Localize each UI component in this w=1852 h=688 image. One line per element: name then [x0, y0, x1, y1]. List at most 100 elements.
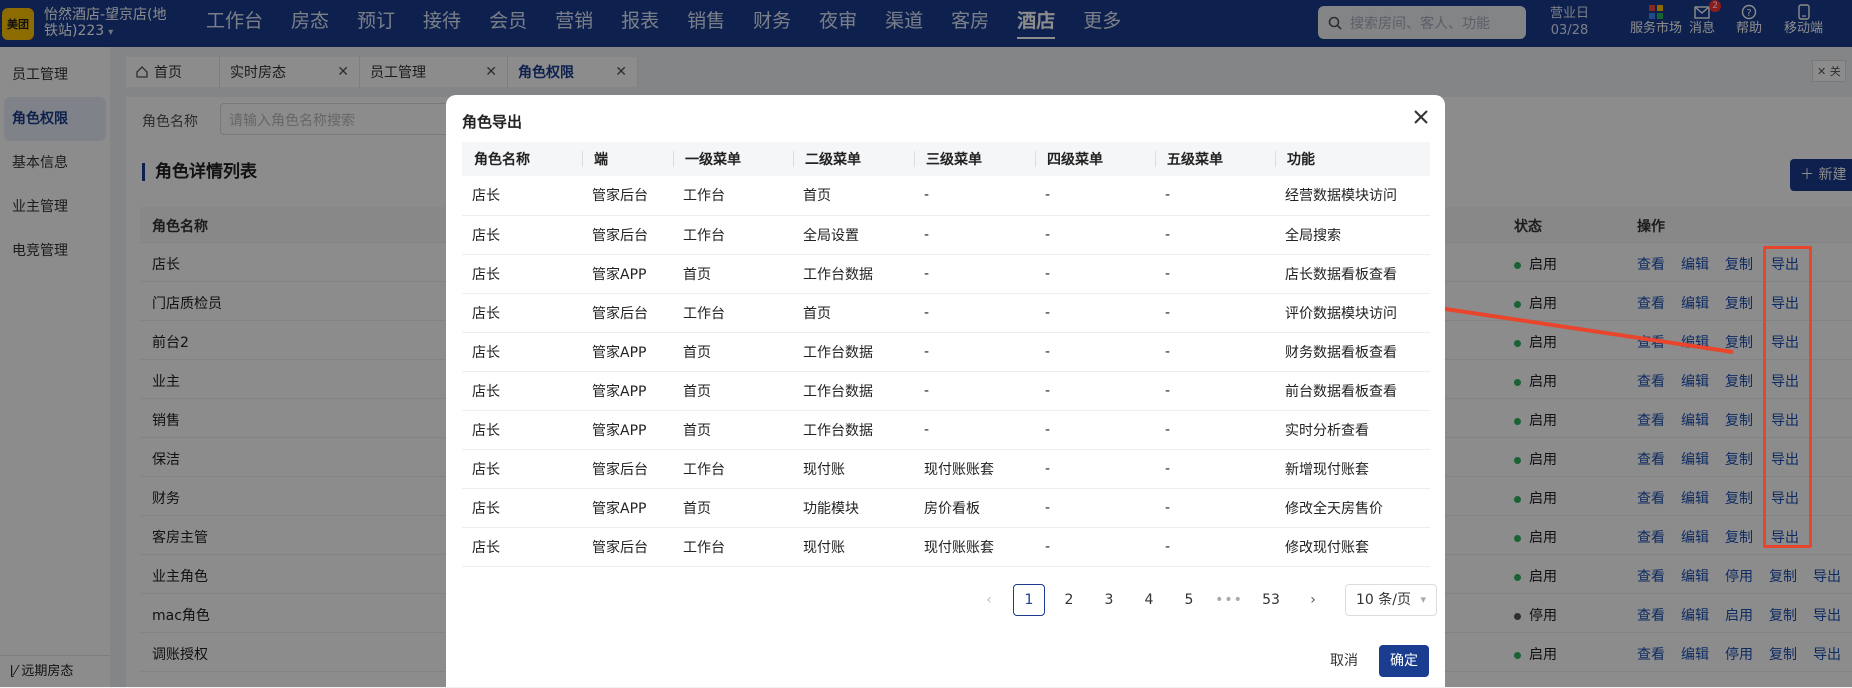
- table-cell: 工作台数据: [793, 254, 914, 294]
- table-cell: 管家APP: [582, 332, 673, 372]
- table-cell: -: [1155, 332, 1275, 372]
- table-cell: -: [1155, 410, 1275, 450]
- column-header: 二级菜单: [793, 142, 914, 176]
- table-cell: -: [1035, 371, 1155, 411]
- table-cell: 首页: [673, 371, 793, 411]
- table-cell: 管家APP: [582, 410, 673, 450]
- page-number[interactable]: 1: [1013, 584, 1045, 616]
- column-header: 三级菜单: [914, 142, 1035, 176]
- table-cell: 店长: [462, 254, 582, 294]
- table-row: 店长 管家APP 首页 工作台数据 - - - 实时分析查看: [462, 410, 1430, 450]
- column-header: 四级菜单: [1035, 142, 1155, 176]
- table-cell: -: [1035, 488, 1155, 528]
- table-cell: 实时分析查看: [1275, 410, 1430, 450]
- table-cell: 工作台: [673, 215, 793, 255]
- table-cell: 店长: [462, 176, 582, 216]
- table-row: 店长 管家APP 首页 功能模块 房价看板 - - 修改全天房售价: [462, 488, 1430, 528]
- table-cell: 管家APP: [582, 254, 673, 294]
- page-last[interactable]: 53: [1253, 584, 1289, 616]
- table-cell: 房价看板: [914, 488, 1035, 528]
- table-cell: 管家后台: [582, 293, 673, 333]
- table-cell: -: [1035, 332, 1155, 372]
- chevron-down-icon: ▾: [1420, 593, 1426, 606]
- table-row: 店长 管家后台 工作台 首页 - - - 评价数据模块访问: [462, 293, 1430, 333]
- table-cell: 财务数据看板查看: [1275, 332, 1430, 372]
- table-cell: -: [1155, 488, 1275, 528]
- dialog-title: 角色导出: [462, 113, 523, 131]
- table-cell: -: [1155, 215, 1275, 255]
- table-cell: -: [1155, 293, 1275, 333]
- page-size-value: 10 条/页: [1356, 592, 1411, 608]
- table-cell: -: [1035, 254, 1155, 294]
- table-cell: 工作台数据: [793, 371, 914, 411]
- table-cell: 首页: [793, 293, 914, 333]
- table-cell: 现付账账套: [914, 449, 1035, 489]
- table-cell: 前台数据看板查看: [1275, 371, 1430, 411]
- column-header: 一级菜单: [673, 142, 793, 176]
- table-cell: -: [914, 371, 1035, 411]
- table-cell: 店长: [462, 215, 582, 255]
- pagination-ellipsis[interactable]: •••: [1213, 584, 1245, 616]
- table-cell: -: [1035, 176, 1155, 216]
- prev-page-button[interactable]: ‹: [973, 584, 1005, 616]
- column-header: 五级菜单: [1155, 142, 1275, 176]
- column-header: 端: [582, 142, 673, 176]
- table-cell: 店长: [462, 449, 582, 489]
- table-cell: 首页: [673, 410, 793, 450]
- table-cell: 管家APP: [582, 371, 673, 411]
- table-cell: -: [1155, 176, 1275, 216]
- table-cell: -: [1035, 293, 1155, 333]
- table-cell: 首页: [793, 176, 914, 216]
- page-number[interactable]: 2: [1053, 584, 1085, 616]
- table-cell: 工作台: [673, 527, 793, 567]
- pagination: ‹ 12345 ••• 53 › 10 条/页 ▾: [973, 584, 1437, 616]
- table-cell: 店长: [462, 488, 582, 528]
- table-cell: -: [914, 176, 1035, 216]
- table-cell: 首页: [673, 254, 793, 294]
- table-cell: 现付账账套: [914, 527, 1035, 567]
- table-cell: 店长: [462, 527, 582, 567]
- table-cell: 工作台: [673, 449, 793, 489]
- table-cell: -: [1155, 527, 1275, 567]
- table-cell: 全局搜索: [1275, 215, 1430, 255]
- next-page-button[interactable]: ›: [1297, 584, 1329, 616]
- page-number[interactable]: 5: [1173, 584, 1205, 616]
- table-cell: 工作台: [673, 176, 793, 216]
- table-cell: 工作台: [673, 293, 793, 333]
- table-cell: 管家后台: [582, 176, 673, 216]
- table-cell: 工作台数据: [793, 332, 914, 372]
- table-cell: 修改现付账套: [1275, 527, 1430, 567]
- table-cell: 管家后台: [582, 215, 673, 255]
- table-cell: 店长数据看板查看: [1275, 254, 1430, 294]
- table-row: 店长 管家后台 工作台 现付账 现付账账套 - - 修改现付账套: [462, 527, 1430, 567]
- table-cell: -: [1155, 449, 1275, 489]
- table-cell: 店长: [462, 293, 582, 333]
- table-cell: -: [1035, 410, 1155, 450]
- table-cell: -: [914, 332, 1035, 372]
- table-cell: 店长: [462, 410, 582, 450]
- table-row: 店长 管家后台 工作台 首页 - - - 经营数据模块访问: [462, 176, 1430, 216]
- cancel-button[interactable]: 取消: [1321, 645, 1367, 677]
- table-cell: 评价数据模块访问: [1275, 293, 1430, 333]
- table-cell: 管家后台: [582, 527, 673, 567]
- table-cell: 功能模块: [793, 488, 914, 528]
- table-cell: -: [1155, 254, 1275, 294]
- table-cell: -: [1035, 215, 1155, 255]
- table-cell: 经营数据模块访问: [1275, 176, 1430, 216]
- table-row: 店长 管家APP 首页 工作台数据 - - - 前台数据看板查看: [462, 371, 1430, 411]
- table-cell: 修改全天房售价: [1275, 488, 1430, 528]
- table-cell: -: [1035, 527, 1155, 567]
- confirm-button[interactable]: 确定: [1379, 645, 1429, 677]
- table-cell: 店长: [462, 332, 582, 372]
- close-icon[interactable]: [1411, 107, 1431, 127]
- table-cell: 新增现付账套: [1275, 449, 1430, 489]
- table-cell: 现付账: [793, 449, 914, 489]
- table-cell: -: [914, 215, 1035, 255]
- page-size-select[interactable]: 10 条/页 ▾: [1345, 584, 1437, 616]
- page-number[interactable]: 4: [1133, 584, 1165, 616]
- page-number[interactable]: 3: [1093, 584, 1125, 616]
- table-row: 店长 管家后台 工作台 现付账 现付账账套 - - 新增现付账套: [462, 449, 1430, 489]
- table-cell: -: [1155, 371, 1275, 411]
- table-row: 店长 管家APP 首页 工作台数据 - - - 店长数据看板查看: [462, 254, 1430, 294]
- table-cell: -: [914, 410, 1035, 450]
